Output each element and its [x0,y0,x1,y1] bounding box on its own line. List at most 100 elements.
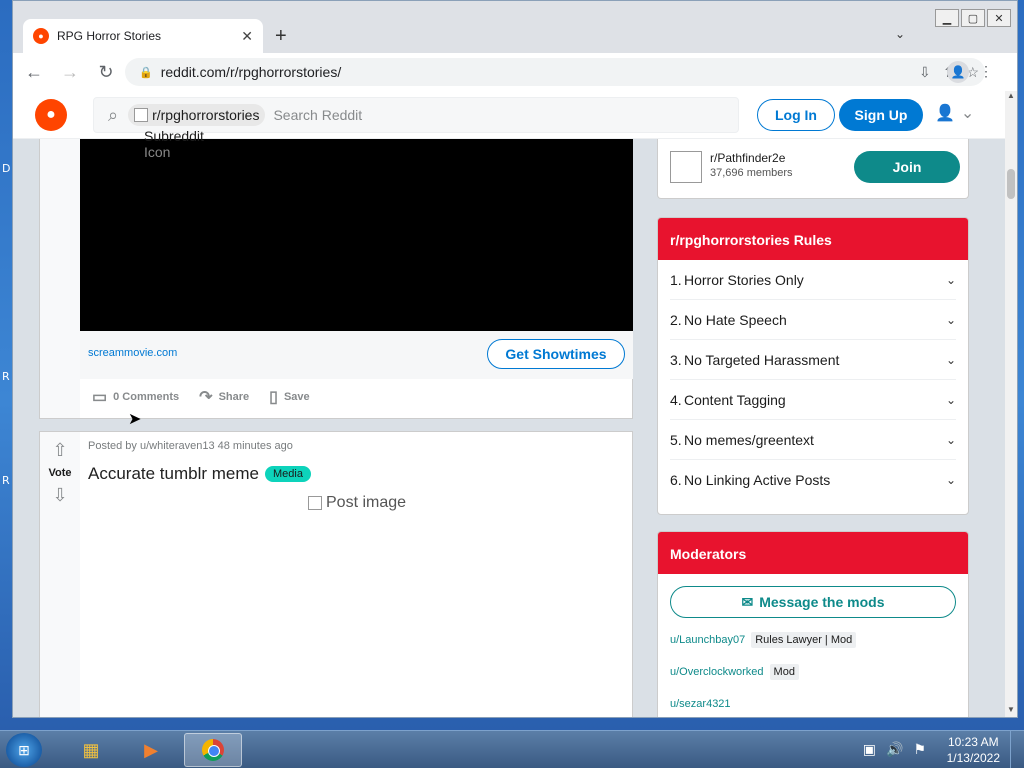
tab-rpg-horror-stories[interactable]: ● RPG Horror Stories ✕ [23,19,263,53]
post-vote-column [40,139,80,418]
back-arrow-icon[interactable]: ← [19,62,49,83]
moderators-card: Moderators ✉ Message the mods u/Launchba… [657,531,969,717]
rule-number: 5. [670,431,682,448]
subreddit-chip[interactable]: r/rpghorrorstories [128,104,266,126]
close-window-button[interactable]: ✕ [987,9,1011,27]
link-domain[interactable]: screammovie.com [88,347,177,359]
login-button[interactable]: Log In [757,99,835,131]
volume-icon[interactable]: 🔊 [886,741,903,758]
vertical-scrollbar[interactable]: ▲ ▼ [1005,91,1017,717]
show-desktop-button[interactable] [1010,731,1024,768]
community-members: 37,696 members [710,167,793,179]
rule-number: 6. [670,472,682,488]
join-button[interactable]: Join [854,151,960,183]
subreddit-icon [134,108,149,122]
maximize-button[interactable]: ▢ [961,9,985,27]
new-tab-button[interactable]: + [275,25,287,48]
rule-text: Content Tagging [684,391,786,408]
vote-label: Vote [48,467,72,479]
save-label: Save [283,391,310,403]
video-player[interactable] [80,139,633,331]
reddit-favicon-icon: ● [33,28,49,44]
media-player-taskbar-icon[interactable]: ▶ [122,733,180,767]
comments-button[interactable]: ▭ 0 Comments [92,387,179,407]
alt-line-1: Subreddit [144,128,204,144]
post-meta[interactable]: Posted by u/whiteraven13 48 minutes ago [88,440,293,452]
action-center-flag-icon[interactable]: ⚑ [913,741,926,758]
file-explorer-taskbar-icon[interactable]: ▦ [62,733,120,767]
bookmark-icon: ▯ [269,389,278,406]
upvote-icon[interactable]: ⇧ [52,440,67,461]
post-image[interactable]: Post image [308,494,406,512]
lock-icon[interactable]: 🔒 [139,66,153,79]
rule-item[interactable]: 6. No Linking Active Posts ⌄ [670,460,956,500]
desktop-icon-label[interactable]: R [2,474,10,487]
rules-header: r/rpghorrorstories Rules [658,218,968,260]
forward-arrow-icon[interactable]: → [55,62,85,83]
search-input[interactable]: Search Reddit [273,107,362,123]
network-icon[interactable]: ▣ [863,741,876,758]
rule-item[interactable]: 5. No memes/greentext ⌄ [670,420,956,460]
minimize-button[interactable]: ▁ [935,9,959,27]
share-button[interactable]: ↷ Share [199,387,249,407]
moderator-name[interactable]: u/Launchbay07 [670,634,745,646]
reddit-header: ● ⌕ r/rpghorrorstories Search Reddit Sub… [13,91,1005,160]
post-card[interactable]: ⇧ Vote ⇩ Posted by u/whiteraven13 48 min… [39,431,633,717]
rule-item[interactable]: 1. Horror Stories Only ⌄ [670,260,956,300]
community-name[interactable]: r/Pathfinder2e [710,151,785,165]
profile-avatar-icon[interactable]: 👤 [947,61,969,83]
rule-text: Horror Stories Only [684,271,804,288]
tab-search-chevron-icon[interactable]: ⌄ [895,27,905,41]
post-flair[interactable]: Media [265,466,311,482]
post-title[interactable]: Accurate tumblr meme [88,464,259,484]
message-mods-label: Message the mods [759,594,885,610]
scrollbar-thumb[interactable] [1007,169,1015,199]
get-showtimes-button[interactable]: Get Showtimes [487,339,625,369]
rule-item[interactable]: 2. No Hate Speech ⌄ [670,300,956,340]
rule-item[interactable]: 3. No Targeted Harassment ⌄ [670,340,956,380]
comments-label: 0 Comments [113,391,180,403]
chrome-taskbar-icon[interactable] [184,733,242,767]
chevron-down-icon: ⌄ [960,105,975,122]
desktop-icon-label[interactable]: D [2,162,10,175]
moderator-row: u/Overclockworked Mod [658,662,968,682]
scroll-down-icon[interactable]: ▼ [1005,705,1017,717]
alt-line-2: Icon [144,144,171,160]
rules-list: 1. Horror Stories Only ⌄ 2. No Hate Speech ⌄… [658,260,968,500]
reddit-logo-icon[interactable]: ● [35,99,67,131]
signup-button[interactable]: Sign Up [839,99,923,131]
chevron-down-icon: ⌄ [945,392,956,407]
desktop-icon-label[interactable]: R [2,370,10,383]
share-arrow-icon: ↷ [199,389,213,406]
rule-item[interactable]: 4. Content Tagging ⌄ [670,380,956,420]
reload-icon[interactable]: ↻ [91,62,121,83]
rules-card: r/rpghorrorstories Rules 1. Horror Storie… [657,217,969,515]
search-bar[interactable]: ⌕ r/rpghorrorstories Search Reddit Subre… [93,97,739,160]
rule-text: No Hate Speech [684,311,787,328]
user-icon: 👤 [935,105,955,122]
save-button[interactable]: ▯ Save [269,387,310,407]
moderator-name[interactable]: u/sezar4321 [670,698,731,710]
address-bar[interactable]: 🔒 reddit.com/r/rpghorrorstories/ ⇩ ⇪ ☆ [125,58,985,86]
browser-toolbar: ← → ↻ 🔒 reddit.com/r/rpghorrorstories/ ⇩… [13,53,1017,91]
moderator-row: u/Launchbay07 Rules Lawyer | Mod [658,630,968,650]
post-title-row: Accurate tumblr meme Media [88,464,311,484]
chrome-logo-icon [202,739,224,761]
moderator-name[interactable]: u/Overclockworked [670,666,764,678]
user-menu[interactable]: 👤 ⌄ [935,103,974,123]
post-image-alt: Post image [326,494,407,511]
rule-number: 4. [670,391,682,408]
browser-menu-icon[interactable]: ⋮ [979,63,993,80]
taskbar-clock[interactable]: 10:23 AM 1/13/2022 [947,734,1000,766]
mouse-cursor-icon: ➤ [128,411,142,428]
tab-title: RPG Horror Stories [57,29,162,43]
moderator-row: u/sezar4321 [658,694,968,714]
scroll-up-icon[interactable]: ▲ [1005,91,1017,103]
install-app-icon[interactable]: ⇩ [919,64,931,81]
start-button[interactable]: ⊞ [6,733,42,767]
downvote-icon[interactable]: ⇩ [52,485,67,506]
moderator-flair: Rules Lawyer | Mod [751,632,857,648]
tab-close-icon[interactable]: ✕ [241,28,253,45]
url-text[interactable]: reddit.com/r/rpghorrorstories/ [161,64,342,80]
message-mods-button[interactable]: ✉ Message the mods [670,586,956,618]
